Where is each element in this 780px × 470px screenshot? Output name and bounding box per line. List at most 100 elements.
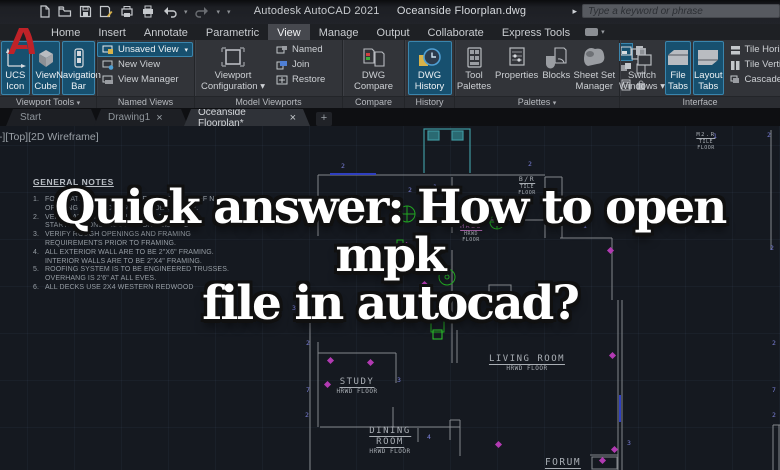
new-view-icon (102, 60, 114, 70)
layout-tabs-button[interactable]: Layout Tabs (693, 41, 724, 95)
restore-viewport-button[interactable]: Restore (271, 72, 330, 87)
named-viewport-icon (276, 45, 287, 53)
new-file-icon[interactable] (38, 5, 51, 18)
room-label-br: B/R TILE FLOOR (518, 175, 536, 196)
qat-customize-icon[interactable]: ▾ (227, 8, 231, 16)
dim-number: 3 (292, 304, 296, 312)
dim-number: 2 (770, 244, 774, 252)
redo-icon[interactable] (194, 5, 210, 18)
plot-icon[interactable] (120, 5, 134, 18)
print-icon[interactable] (141, 5, 155, 18)
chevron-down-icon: ▾ (260, 80, 265, 92)
view-cube-icon (35, 45, 57, 71)
general-notes: GENERAL NOTES 1. FOUNDATION VENTILATION E… (33, 177, 263, 293)
close-icon[interactable]: × (290, 112, 296, 124)
dim-number: 2 (306, 339, 310, 347)
panel-label-named-views[interactable]: Named Views (97, 96, 194, 108)
dim-number: 2 (305, 411, 309, 419)
ribbon-panel-area: UCS Icon View Cube Navigation Bar Viewport … (0, 40, 780, 108)
tab-manage[interactable]: Manage (310, 24, 368, 40)
dim-number: 2 (767, 131, 771, 139)
tool-palettes-button[interactable]: Tool Palettes (456, 41, 492, 95)
file-tab-bar: Start Drawing1 × Oceanside Floorplan* × … (0, 108, 780, 126)
dwg-history-button[interactable]: DWG History (407, 41, 452, 95)
blocks-icon (544, 45, 568, 71)
undo-caret-icon[interactable]: ▾ (184, 8, 188, 16)
help-search-input[interactable] (582, 4, 780, 18)
panel-label-history[interactable]: History (405, 96, 454, 108)
view-flag-icon (102, 45, 113, 54)
drawing-canvas[interactable]: [-][Top][2D Wireframe] GENERAL NOTES 1. … (0, 126, 780, 470)
tile-vertically-button[interactable]: Tile Vertically (725, 57, 780, 72)
room-label-forum: FORUM (544, 457, 582, 469)
dim-number: 7 (306, 386, 310, 394)
tab-home[interactable]: Home (42, 24, 89, 40)
properties-icon (506, 45, 528, 71)
cascade-icon (730, 75, 739, 83)
panel-label-interface[interactable]: Interface (620, 96, 780, 108)
search-expand-icon[interactable]: ▸ (572, 6, 577, 17)
dim-number: 2 (772, 339, 776, 347)
quick-access-toolbar: ▾ ▾ ▾ (38, 5, 231, 18)
sheet-set-manager-button[interactable]: Sheet Set Manager (573, 41, 615, 95)
switch-windows-button[interactable]: Switch Windows ▾ (619, 41, 665, 95)
file-tab-oceanside-floorplan[interactable]: Oceanside Floorplan* × (184, 109, 310, 126)
tile-horizontally-button[interactable]: Tile Horizontally (725, 42, 780, 57)
file-tab-drawing1[interactable]: Drawing1 × (94, 109, 188, 126)
autocad-window: { "titlebar": { "app": "Autodesk AutoCAD… (0, 0, 780, 470)
viewport-configuration-button[interactable]: Viewport Configuration ▾ (196, 41, 270, 95)
tab-parametric[interactable]: Parametric (197, 24, 268, 40)
panel-interface: Switch Windows ▾ File Tabs Layout Tabs Tile… (619, 40, 780, 108)
tool-palettes-icon (463, 45, 485, 71)
join-viewport-button[interactable]: Join (271, 57, 330, 72)
tab-express-tools[interactable]: Express Tools (493, 24, 579, 40)
dim-number: 2 (528, 160, 532, 168)
file-tab-start[interactable]: Start (6, 109, 98, 126)
cascade-button[interactable]: Cascade (725, 72, 780, 87)
dim-number: 7 (772, 386, 776, 394)
tab-collaborate[interactable]: Collaborate (419, 24, 493, 40)
dwg-compare-icon (361, 45, 387, 71)
undo-icon[interactable] (162, 5, 177, 18)
properties-button[interactable]: Properties (494, 41, 539, 95)
navigation-bar-button[interactable]: Navigation Bar (56, 41, 101, 95)
panel-model-viewports: Viewport Configuration ▾ Named Join Resto… (195, 40, 343, 108)
tab-insert[interactable]: Insert (89, 24, 135, 40)
ribbon-tab-bar: Home Insert Annotate Parametric View Man… (0, 24, 780, 40)
navigation-bar-icon (68, 45, 90, 71)
save-icon[interactable] (79, 5, 92, 18)
blocks-button[interactable]: Blocks (541, 41, 571, 95)
view-manager-button[interactable]: View Manager (97, 72, 193, 87)
unsaved-view-dropdown[interactable]: Unsaved View ▾ (97, 42, 193, 57)
room-label-dining-room: DINING ROOM HRWD FLOOR (369, 426, 411, 455)
panel-label-compare[interactable]: Compare (343, 96, 404, 108)
panel-label-palettes[interactable]: Palettes ▾ (455, 96, 619, 108)
dim-number: 2 (341, 162, 345, 170)
tile-vertical-icon (730, 60, 740, 70)
tab-output[interactable]: Output (368, 24, 419, 40)
autocad-logo-app-button[interactable] (7, 26, 37, 56)
app-title: Autodesk AutoCAD 2021 (253, 5, 380, 17)
dim-number: 4 (427, 433, 431, 441)
panel-label-viewport-tools[interactable]: Viewport Tools ▾ (0, 96, 96, 108)
dwg-compare-button[interactable]: DWG Compare (347, 41, 401, 95)
save-as-icon[interactable] (99, 5, 113, 18)
close-icon[interactable]: × (156, 112, 162, 124)
named-viewport-button[interactable]: Named (271, 42, 330, 57)
redo-caret-icon[interactable]: ▾ (217, 8, 221, 16)
open-folder-icon[interactable] (58, 5, 72, 18)
new-view-button[interactable]: New View (97, 57, 193, 72)
panel-palettes: Tool Palettes Properties Blocks Sheet Set… (455, 40, 647, 108)
ribbon-display-toggle[interactable]: ▾ (585, 24, 605, 40)
viewport-configuration-icon (220, 45, 246, 71)
file-tabs-button[interactable]: File Tabs (665, 41, 691, 95)
panel-label-model-viewports[interactable]: Model Viewports (195, 96, 342, 108)
tab-annotate[interactable]: Annotate (135, 24, 197, 40)
tab-view[interactable]: View (268, 24, 310, 40)
panel-named-views: Unsaved View ▾ New View View Manager Nam… (97, 40, 195, 108)
new-drawing-tab-button[interactable]: + (316, 112, 332, 126)
restore-viewport-icon (276, 75, 288, 84)
dim-number: 3 (627, 439, 631, 447)
general-notes-title: GENERAL NOTES (33, 177, 114, 187)
dim-number: 1 (713, 132, 717, 140)
